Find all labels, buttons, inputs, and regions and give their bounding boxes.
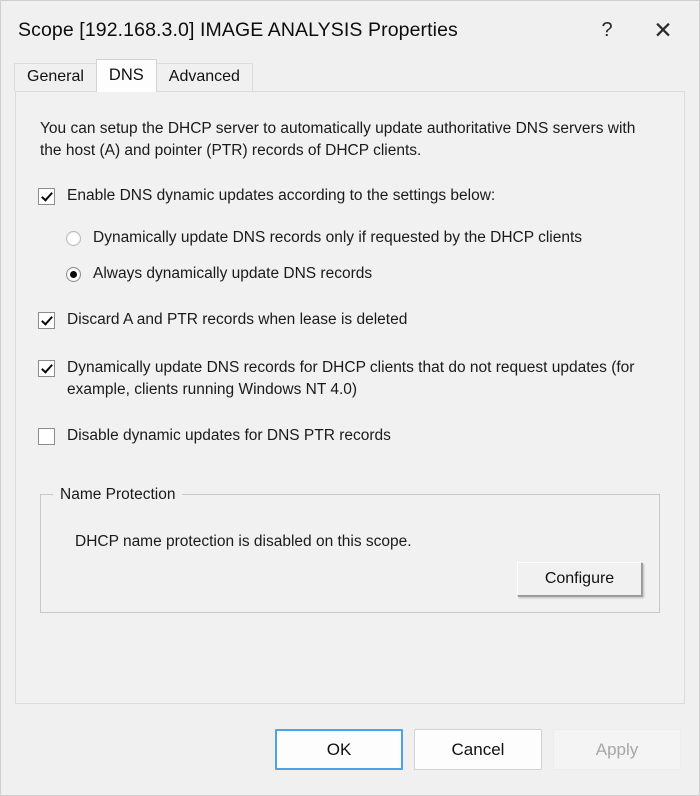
name-protection-legend: Name Protection (53, 484, 183, 504)
dns-description: You can setup the DHCP server to automat… (40, 120, 636, 160)
scope-properties-dialog: Scope [192.168.3.0] IMAGE ANALYSIS Prope… (0, 0, 700, 796)
disable-ptr-updates-label: Disable dynamic updates for DNS PTR reco… (67, 426, 391, 444)
update-on-request-row[interactable]: Dynamically update DNS records only if r… (66, 227, 662, 249)
tab-dns[interactable]: DNS (95, 59, 157, 92)
always-update-label: Always dynamically update DNS records (93, 264, 373, 282)
update-on-request-label: Dynamically update DNS records only if r… (93, 228, 583, 246)
ok-button[interactable]: OK (275, 729, 403, 770)
discard-records-checkbox[interactable] (38, 311, 55, 329)
close-icon[interactable]: ✕ (635, 7, 691, 53)
disable-ptr-updates-checkbox[interactable] (38, 427, 55, 445)
dns-tab-panel: You can setup the DHCP server to automat… (15, 91, 685, 704)
discard-records-row[interactable]: Discard A and PTR records when lease is … (38, 309, 662, 331)
cancel-button[interactable]: Cancel (414, 729, 542, 770)
always-update-radio[interactable] (66, 266, 81, 282)
tab-strip: General DNS Advanced (1, 59, 699, 92)
update-non-requesting-row[interactable]: Dynamically update DNS records for DHCP … (38, 357, 662, 401)
always-update-row[interactable]: Always dynamically update DNS records (66, 263, 662, 285)
window-title: Scope [192.168.3.0] IMAGE ANALYSIS Prope… (18, 18, 458, 41)
update-non-requesting-label: Dynamically update DNS records for DHCP … (67, 358, 635, 398)
discard-records-label: Discard A and PTR records when lease is … (67, 310, 408, 328)
disable-ptr-updates-row[interactable]: Disable dynamic updates for DNS PTR reco… (38, 425, 662, 447)
enable-dns-updates-label: Enable DNS dynamic updates according to … (67, 186, 496, 204)
title-bar: Scope [192.168.3.0] IMAGE ANALYSIS Prope… (1, 1, 699, 59)
configure-button[interactable]: Configure (517, 561, 642, 596)
apply-button: Apply (553, 729, 681, 770)
tab-advanced[interactable]: Advanced (155, 63, 253, 91)
enable-dns-updates-row[interactable]: Enable DNS dynamic updates according to … (38, 185, 662, 207)
name-protection-group: Name Protection DHCP name protection is … (40, 484, 660, 613)
update-non-requesting-checkbox[interactable] (38, 359, 55, 377)
name-protection-status: DHCP name protection is disabled on this… (75, 532, 412, 550)
help-icon[interactable]: ? (579, 7, 635, 53)
update-on-request-radio[interactable] (66, 230, 81, 246)
dialog-footer: OK Cancel Apply (1, 704, 699, 795)
tab-general[interactable]: General (14, 63, 97, 91)
enable-dns-updates-checkbox[interactable] (38, 187, 55, 205)
